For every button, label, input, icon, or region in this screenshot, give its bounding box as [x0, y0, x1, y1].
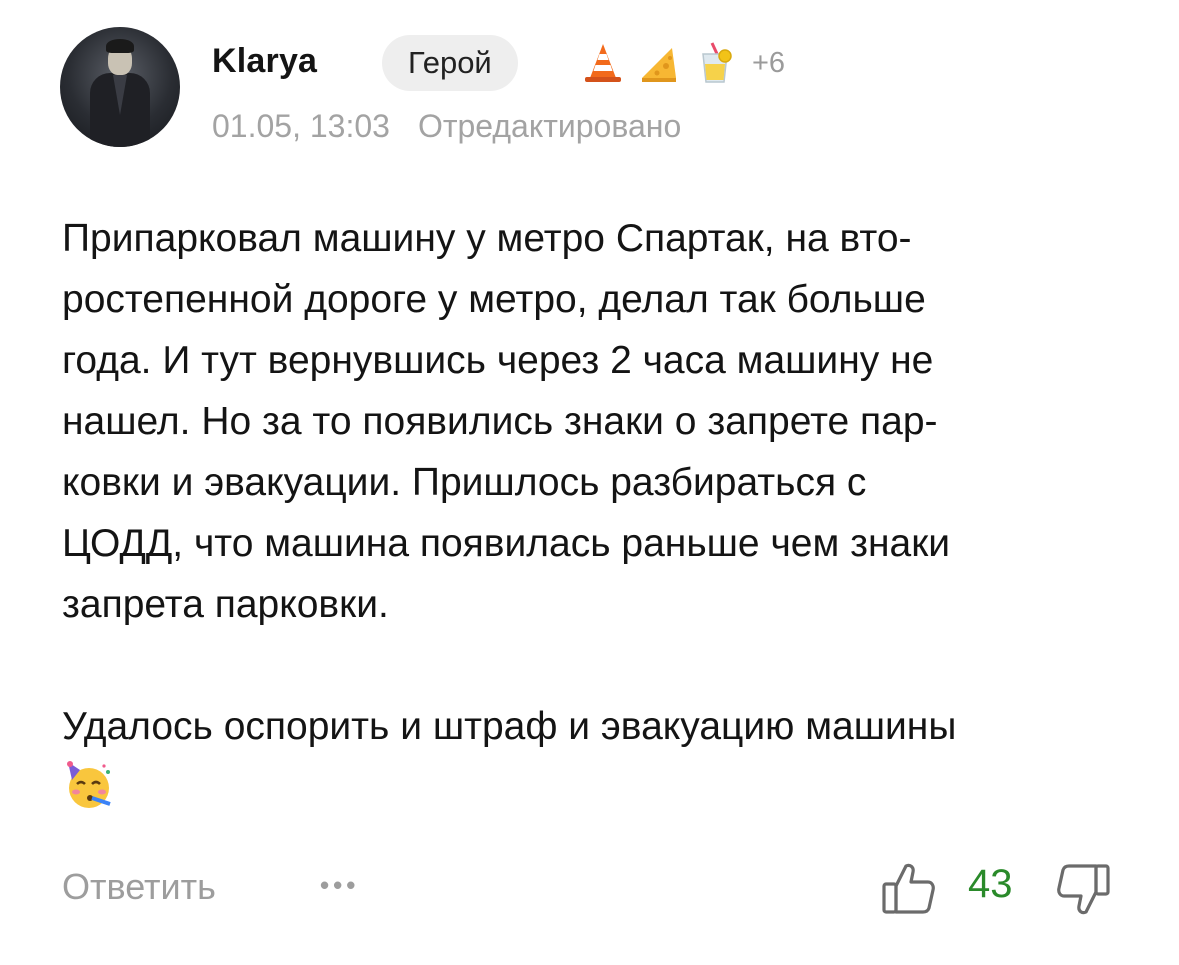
edited-label: Отредактировано [417, 108, 682, 144]
author-badge[interactable]: Герой [382, 35, 518, 91]
comment-meta: 01.05, 13:03 Отредактировано [212, 108, 681, 145]
comment-paragraph: Припарковал машину у метро Спартак, на в… [62, 217, 951, 626]
thumbs-down-icon[interactable] [1054, 862, 1112, 920]
comment-body: Припарковал машину у метро Спартак, на в… [62, 208, 1142, 818]
partying-face-icon [67, 761, 111, 808]
timestamp: 01.05, 13:03 [212, 108, 390, 144]
more-options-button[interactable]: ••• [320, 870, 359, 901]
reply-button[interactable]: Ответить [62, 866, 216, 908]
awards-more-count[interactable]: +6 [752, 47, 785, 80]
rating-score: 43 [968, 862, 1013, 906]
thumbs-up-icon[interactable] [880, 858, 938, 916]
traffic-cone-icon [585, 44, 621, 82]
author-name[interactable]: Klarya [212, 42, 317, 81]
cheese-icon [642, 48, 676, 82]
awards-list[interactable]: +6 [580, 38, 785, 88]
comment: Klarya Герой +6 01.05, 13:03 Отредактиров… [0, 0, 1179, 965]
comment-paragraph: Удалось оспорить и штраф и эвакуацию маш… [62, 705, 957, 748]
avatar-figure-hair [106, 39, 134, 53]
avatar[interactable] [60, 27, 180, 147]
lemonade-icon [702, 42, 732, 83]
